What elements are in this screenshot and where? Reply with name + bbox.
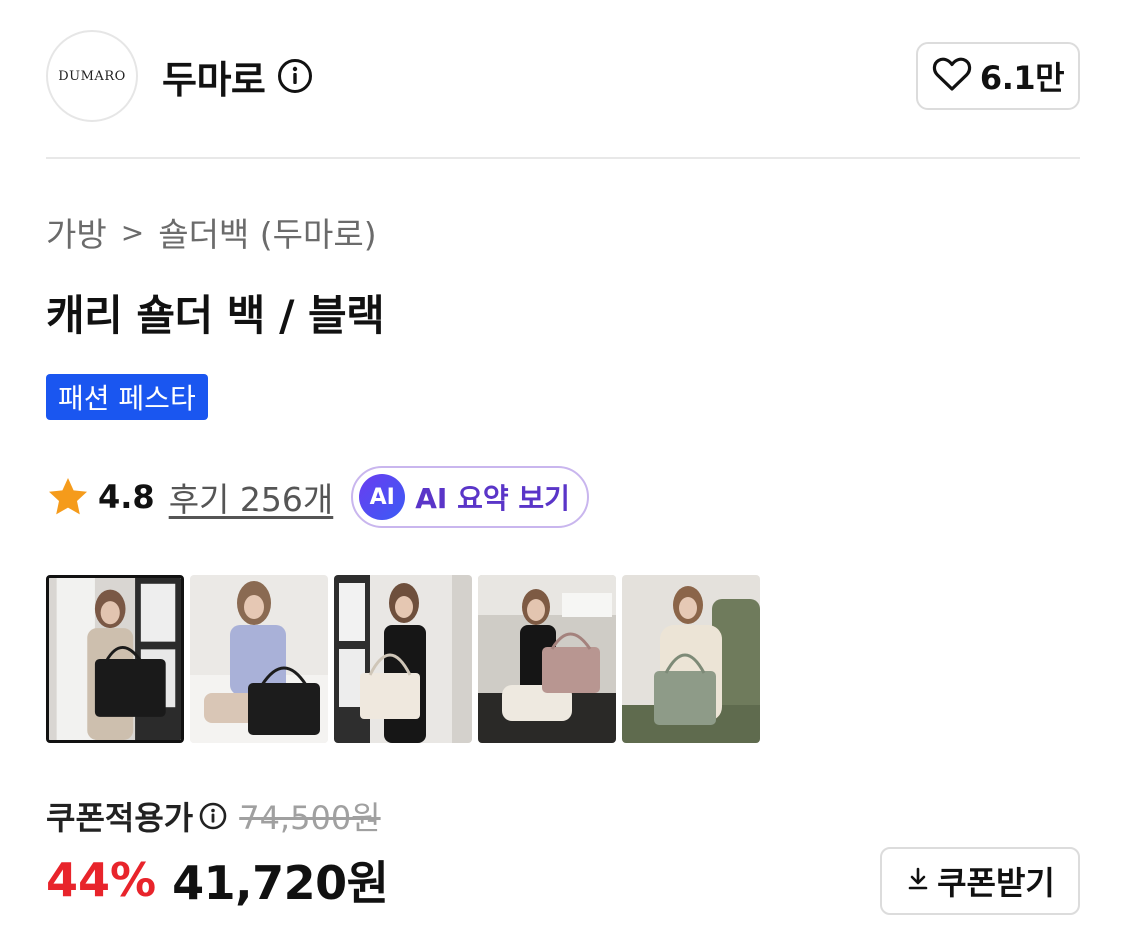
rating-score: 4.8 <box>98 478 155 516</box>
like-button[interactable]: 6.1만 <box>916 42 1080 110</box>
thumbnail-strip <box>46 575 760 743</box>
heart-icon <box>932 56 972 96</box>
reviews-link[interactable]: 후기 256개 <box>169 473 334 521</box>
rating-row: 4.8 후기 256개 AI AI 요약 보기 <box>46 466 590 528</box>
ai-summary-label: AI 요약 보기 <box>415 482 570 515</box>
brand-logo[interactable]: DUMARO <box>46 30 138 122</box>
breadcrumb-category[interactable]: 가방 <box>46 208 107 256</box>
coupon-price-row: 쿠폰적용가 74,500원 <box>46 792 381 840</box>
brand-title[interactable]: 두마로 <box>162 52 313 102</box>
info-icon[interactable] <box>277 58 313 94</box>
info-icon[interactable] <box>199 802 227 830</box>
promo-badge: 패션 페스타 <box>46 374 208 420</box>
price-row: 44% 41,720원 <box>46 848 389 912</box>
star-icon <box>46 475 90 519</box>
download-icon <box>905 866 931 896</box>
thumbnail-1[interactable] <box>46 575 184 743</box>
brand-name[interactable]: 두마로 <box>162 49 266 104</box>
discount-rate: 44% <box>46 853 157 907</box>
thumbnail-3[interactable] <box>334 575 472 743</box>
thumbnail-4[interactable] <box>478 575 616 743</box>
final-price: 41,720원 <box>172 856 389 910</box>
brand-logo-text: DUMARO <box>58 68 126 84</box>
ai-summary-button[interactable]: AI AI 요약 보기 <box>351 466 590 528</box>
original-price: 74,500원 <box>239 799 381 837</box>
coupon-price-label: 쿠폰적용가 <box>46 799 194 837</box>
chevron-right-icon: > <box>120 215 145 249</box>
brand-header: DUMARO 두마로 6.1만 <box>46 30 1080 122</box>
thumbnail-2[interactable] <box>190 575 328 743</box>
breadcrumb: 가방 > 숄더백 (두마로) <box>46 208 377 256</box>
like-count: 6.1만 <box>979 59 1065 97</box>
thumbnail-5[interactable] <box>622 575 760 743</box>
get-coupon-label: 쿠폰받기 <box>937 864 1055 902</box>
get-coupon-button[interactable]: 쿠폰받기 <box>880 847 1080 915</box>
product-title: 캐리 숄더 백 / 블랙 <box>46 291 385 340</box>
header-divider <box>46 157 1080 159</box>
breadcrumb-subcategory[interactable]: 숄더백 (두마로) <box>158 208 376 256</box>
ai-icon: AI <box>359 474 406 520</box>
